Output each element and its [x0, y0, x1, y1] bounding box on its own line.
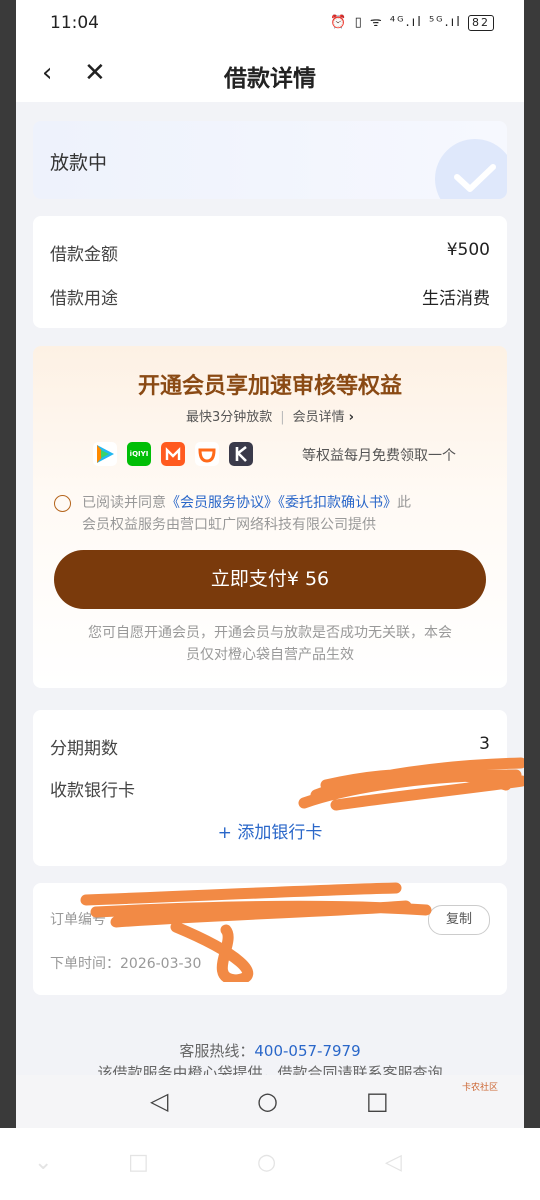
loan-info-card: 借款金额 ¥500 借款用途 生活消费: [33, 216, 507, 328]
right-frame-edge: [524, 0, 540, 1128]
status-bar: 11:04 ⏰ ▯ ᯤ ⁴ᴳ.ıl ⁵ᴳ.ıl 82: [16, 0, 524, 46]
didi-icon: [195, 442, 219, 466]
agree-radio[interactable]: [54, 495, 71, 512]
copy-button[interactable]: 复制: [428, 905, 490, 935]
nav-bar: ‹ ✕ 借款详情: [16, 46, 524, 102]
loan-details-card: 分期期数 3 收款银行卡 + 添加银行卡: [33, 710, 507, 866]
order-time-row: 下单时间：2026-03-30: [50, 953, 201, 973]
add-bank-card-button[interactable]: + 添加银行卡: [33, 818, 507, 843]
circle-icon: ○: [257, 1150, 277, 1175]
check-circle-icon: [435, 139, 507, 199]
loan-purpose-row: 借款用途 生活消费: [50, 284, 490, 309]
bank-card-row: 收款银行卡: [50, 776, 490, 801]
phone-frame: 11:04 ⏰ ▯ ᯤ ⁴ᴳ.ıl ⁵ᴳ.ıl 82 ‹ ✕ 借款详情 放款中 …: [0, 0, 540, 1200]
disclaimer-line1: 您可自愿开通会员，开通会员与放款是否成功无关联，本会: [88, 625, 452, 641]
bank-card-label: 收款银行卡: [50, 781, 135, 801]
membership-card: 开通会员享加速审核等权益 最快3分钟放款 | 会员详情 › iQIYI 等权益每月免: [33, 346, 507, 688]
agree-suffix: 此: [397, 495, 411, 511]
mango-tv-icon: [161, 442, 185, 466]
order-number-label: 订单编号: [50, 912, 106, 928]
divider: |: [280, 410, 285, 425]
nav-home-circle-icon[interactable]: ○: [257, 1087, 278, 1115]
app-screen: 11:04 ⏰ ▯ ᯤ ⁴ᴳ.ıl ⁵ᴳ.ıl 82 ‹ ✕ 借款详情 放款中 …: [16, 0, 524, 1128]
provider-text: 会员权益服务由营口虹广网络科技有限公司提供: [82, 517, 376, 533]
nav-back-triangle-icon[interactable]: ◁: [150, 1087, 168, 1115]
iqiyi-icon: iQIYI: [127, 442, 151, 466]
system-nav-bar: ◁ ○ □: [16, 1075, 524, 1128]
kuaishou-k-icon: [229, 442, 253, 466]
nav-recents-square-icon[interactable]: □: [366, 1087, 389, 1115]
outer-nav-area: ⌄ □ ○ ◁: [0, 1128, 540, 1200]
pay-now-button[interactable]: 立即支付¥ 56: [54, 550, 486, 609]
chevron-down-icon: ⌄: [34, 1150, 53, 1175]
loan-status-card: 放款中: [33, 121, 507, 199]
installments-label: 分期期数: [50, 739, 118, 759]
membership-title: 开通会员享加速审核等权益: [137, 374, 402, 399]
hotline-row: 客服热线：400-057-7979: [16, 1040, 524, 1062]
member-details-link[interactable]: 会员详情: [293, 410, 345, 425]
square-icon: □: [128, 1150, 149, 1175]
disclaimer-line2: 员仅对橙心袋自营产品生效: [186, 647, 354, 663]
tencent-video-icon: [93, 442, 117, 466]
chevron-right-icon[interactable]: ›: [349, 410, 354, 425]
hotline-label: 客服热线：: [179, 1042, 255, 1060]
loan-purpose-value: 生活消费: [422, 289, 490, 309]
status-signal-icons: ⏰ ▯ ᯤ ⁴ᴳ.ıl ⁵ᴳ.ıl: [330, 15, 462, 30]
order-card: 订单编号 复制 下单时间：2026-03-30: [33, 883, 507, 995]
membership-subtitle: 最快3分钟放款 | 会员详情 ›: [33, 406, 507, 425]
loan-status-text: 放款中: [50, 152, 108, 174]
loan-amount-value: ¥500: [446, 240, 490, 260]
agreement-line1: 已阅读并同意《会员服务协议》《委托扣款确认书》此: [82, 492, 411, 514]
order-time-value: 2026-03-30: [120, 956, 202, 972]
loan-amount-label: 借款金额: [50, 245, 118, 265]
left-frame-edge: [0, 0, 16, 1128]
deduction-confirmation-link[interactable]: 《委托扣款确认书》: [278, 495, 397, 511]
member-service-agreement-link[interactable]: 《会员服务协议》: [166, 495, 278, 511]
status-icons: ⏰ ▯ ᯤ ⁴ᴳ.ıl ⁵ᴳ.ıl 82: [330, 12, 494, 31]
installments-value: 3: [479, 734, 490, 754]
installments-row: 分期期数 3: [50, 734, 490, 759]
benefit-text: 等权益每月免费领取一个: [302, 448, 456, 464]
watermark-logo: 卡农社区: [461, 1083, 498, 1093]
hotline-number-link[interactable]: 400-057-7979: [254, 1042, 360, 1060]
page-title: 借款详情: [224, 66, 316, 92]
membership-disclaimer: 您可自愿开通会员，开通会员与放款是否成功无关联，本会 员仅对橙心袋自营产品生效: [33, 622, 507, 666]
agree-prefix: 已阅读并同意: [82, 495, 166, 511]
status-time: 11:04: [50, 13, 99, 33]
loan-purpose-label: 借款用途: [50, 289, 118, 309]
back-triangle-icon: ◁: [385, 1150, 402, 1175]
loan-amount-row: 借款金额 ¥500: [50, 240, 490, 265]
battery-icon: 82: [468, 15, 494, 31]
fast-loan-text: 最快3分钟放款: [185, 410, 273, 425]
order-time-label: 下单时间：: [50, 956, 120, 972]
